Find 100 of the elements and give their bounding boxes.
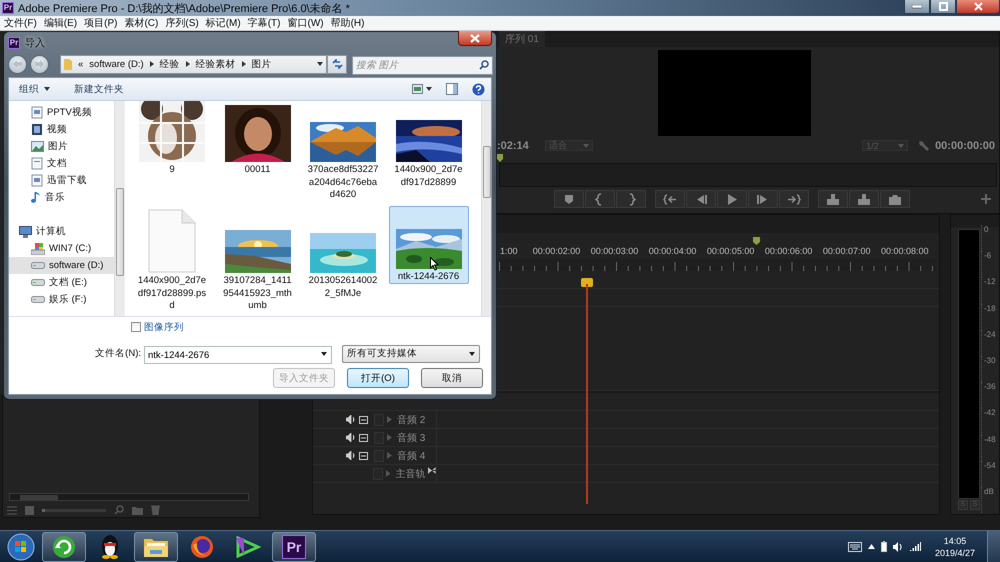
file-item[interactable]: 1440x900_2d7edf917d28899.psd [132, 206, 212, 314]
mark-in-button[interactable] [585, 190, 615, 208]
go-to-out-button[interactable] [779, 190, 809, 208]
icon-view-icon[interactable] [25, 506, 34, 514]
menu-item[interactable]: 字幕(T) [246, 16, 282, 30]
back-button[interactable] [8, 54, 27, 74]
toolbar-button[interactable]: 新建文件夹 [74, 82, 124, 96]
close-button[interactable] [458, 31, 492, 46]
nav-item[interactable]: 娱乐 (F:) [9, 291, 114, 308]
search-icon[interactable] [479, 60, 489, 70]
caret-down-icon[interactable] [321, 352, 327, 356]
file-item[interactable]: 00011 [218, 101, 298, 203]
show-desktop-button[interactable] [987, 531, 1000, 562]
filename-field[interactable]: ntk-1244-2676 [144, 346, 332, 364]
camera-button[interactable] [880, 190, 910, 208]
help-icon[interactable] [472, 82, 485, 96]
dialog-button[interactable]: 取消 [421, 368, 483, 388]
timecode[interactable]: :02:14 [497, 140, 529, 152]
caret-down-icon[interactable] [317, 62, 323, 66]
marker-icon[interactable] [753, 237, 760, 245]
dialog-button[interactable]: 打开(O) [347, 368, 409, 388]
nav-item[interactable]: 计算机 [9, 223, 114, 240]
battery-icon[interactable] [880, 541, 887, 552]
playhead-marker[interactable] [581, 278, 593, 287]
breadcrumb-item[interactable]: software (D:) [89, 58, 144, 70]
expand-icon[interactable] [387, 416, 392, 423]
menu-item[interactable]: 项目(P) [82, 16, 120, 30]
menu-item[interactable]: 序列(S) [163, 16, 201, 30]
speaker-icon[interactable] [892, 542, 904, 552]
nav-item[interactable]: PPTV视频 [9, 104, 114, 121]
view-options-icon[interactable] [412, 84, 432, 94]
file-item[interactable]: 20130526140022_5fMJe [303, 206, 383, 314]
nav-item[interactable]: 文档 [9, 155, 114, 172]
speaker-icon[interactable] [346, 433, 356, 442]
chevron-right-icon[interactable] [150, 61, 154, 67]
taskbar-button[interactable]: Pr [272, 532, 316, 562]
breadcrumb-item[interactable]: 图片 [252, 58, 272, 70]
nav-item[interactable]: 音乐 [9, 189, 114, 206]
step-back-button[interactable] [686, 190, 716, 208]
file-item[interactable]: 1440x900_2d7edf917d28899 [388, 101, 468, 203]
menu-item[interactable]: 文件(F) [2, 16, 39, 30]
caret-up-icon[interactable] [868, 544, 875, 549]
speaker-icon[interactable] [346, 451, 356, 460]
forward-button[interactable] [30, 54, 49, 74]
nav-item[interactable]: 迅雷下载 [9, 172, 114, 189]
breadcrumb-item[interactable]: 经验 [160, 58, 180, 70]
refresh-button[interactable] [327, 54, 347, 74]
preview-pane-icon[interactable] [446, 83, 458, 95]
marker-button[interactable] [554, 190, 584, 208]
sync-lock-icon[interactable] [359, 434, 369, 442]
close-button[interactable] [956, 0, 1000, 14]
menu-item[interactable]: 帮助(H) [328, 16, 366, 30]
play-button[interactable] [717, 190, 747, 208]
expand-icon[interactable] [386, 470, 390, 477]
menu-item[interactable]: 编辑(E) [42, 16, 80, 30]
file-item[interactable]: 370ace8df53227a204d64c76ebad4620 [303, 101, 383, 203]
minimize-button[interactable] [904, 0, 930, 14]
taskbar-button[interactable] [134, 532, 178, 562]
lift-button[interactable] [818, 190, 848, 208]
checkbox-label[interactable]: 图像序列 [144, 320, 184, 334]
timecode[interactable]: 00:00:00:00 [935, 140, 995, 152]
menu-item[interactable]: 窗口(W) [285, 16, 326, 30]
nav-item[interactable]: 文档 (E:) [9, 274, 114, 291]
file-item[interactable]: ntk-1244-2676 [388, 206, 468, 284]
address-bar[interactable]: « software (D:) 经验 经验素材 图片 [60, 54, 327, 74]
clock-date[interactable]: 2019/4/27 [934, 546, 975, 558]
go-to-in-button[interactable] [655, 190, 685, 208]
checkbox[interactable] [131, 322, 141, 332]
signal-icon[interactable] [910, 542, 921, 551]
extract-button[interactable] [849, 190, 879, 208]
file-item[interactable]: 9 [132, 101, 212, 203]
folder-icon[interactable] [132, 506, 143, 514]
speaker-icon[interactable] [346, 415, 356, 424]
breadcrumb-overflow[interactable]: « [78, 58, 84, 70]
trash-icon[interactable] [151, 505, 160, 515]
plus-icon[interactable] [981, 194, 991, 204]
step-forward-button[interactable] [748, 190, 778, 208]
taskbar-button[interactable] [42, 532, 86, 562]
clock-time[interactable]: 14:05 [944, 534, 966, 546]
expand-icon[interactable] [387, 434, 392, 441]
mark-out-button[interactable] [616, 190, 646, 208]
keyboard-icon[interactable] [848, 542, 862, 552]
search-field[interactable]: 搜索 图片 [352, 56, 493, 74]
expand-icon[interactable] [387, 452, 392, 459]
chevron-right-icon[interactable] [242, 61, 246, 67]
maximize-button[interactable] [930, 0, 956, 14]
breadcrumb-item[interactable]: 经验素材 [196, 58, 236, 70]
file-type-dropdown[interactable]: 所有可支持媒体 [342, 344, 480, 362]
sync-lock-icon[interactable] [359, 416, 369, 424]
scrollbar[interactable] [9, 493, 249, 501]
file-item[interactable]: 39107284_1411954415923_mthumb [218, 206, 298, 314]
nav-item[interactable]: WIN7 (C:) [9, 240, 114, 257]
list-view-icon[interactable] [7, 506, 17, 514]
toolbar-button[interactable]: 组织 [19, 82, 50, 96]
nav-item[interactable]: 视频 [9, 121, 114, 138]
chevron-right-icon[interactable] [186, 61, 190, 67]
wrench-icon[interactable] [918, 140, 930, 151]
menu-item[interactable]: 素材(C) [122, 16, 160, 30]
sync-lock-icon[interactable] [359, 452, 369, 460]
nav-item[interactable]: software (D:) [9, 257, 114, 274]
